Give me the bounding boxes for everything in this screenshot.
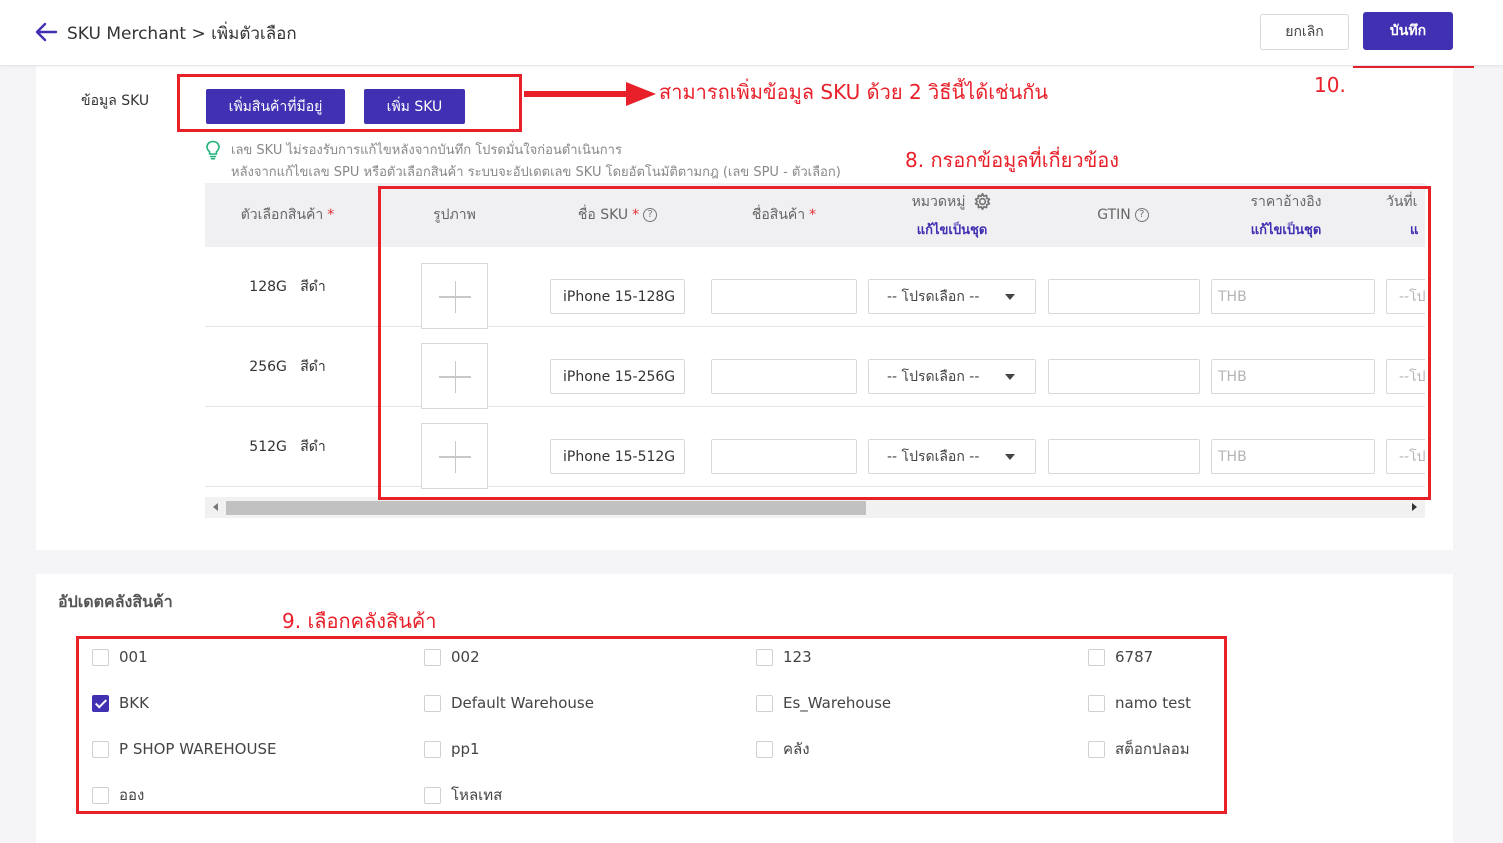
option-name: 512G สีดำ [249, 439, 326, 455]
option-name: 128G สีดำ [249, 279, 326, 295]
sku-section-label: ข้อมูล SKU [81, 93, 150, 109]
tip-text-line-2: หลังจากแก้ไขเลข SPU หรือตัวเลือกสินค้า ร… [231, 165, 841, 180]
annotation-step-10: 10. [1314, 73, 1346, 97]
cancel-button[interactable]: ยกเลิก [1260, 14, 1349, 50]
scrollbar-thumb[interactable] [226, 501, 866, 515]
lightbulb-icon [206, 140, 220, 160]
top-bar: SKU Merchant > เพิ่มตัวเลือก ยกเลิก บันท… [0, 0, 1503, 66]
th-option-label: ตัวเลือกสินค้า [240, 207, 324, 223]
table-horizontal-scrollbar[interactable] [205, 497, 1425, 518]
tip-text-line-1: เลข SKU ไม่รองรับการแก้ไขหลังจากบันทึก โ… [231, 143, 622, 158]
annotation-step-9: 9. เลือกคลังสินค้า [282, 609, 437, 633]
save-button[interactable]: บันทึก [1363, 12, 1453, 50]
annotation-add-methods-text: สามารถเพิ่มข้อมูล SKU ด้วย 2 วิธีนี้ได้เ… [659, 80, 1049, 104]
warehouse-section-title: อัปเดตคลังสินค้า [58, 592, 173, 611]
scroll-left-arrow-icon[interactable] [213, 503, 218, 511]
required-mark: * [327, 207, 335, 223]
annotation-box-warehouses [76, 636, 1227, 814]
annotation-step-8: 8. กรอกข้อมูลที่เกี่ยวข้อง [905, 148, 1120, 172]
annotation-arrow-icon [524, 82, 656, 106]
annotation-box-table [378, 186, 1431, 500]
back-arrow-icon[interactable] [34, 21, 58, 43]
option-name: 256G สีดำ [249, 359, 326, 375]
th-option: ตัวเลือกสินค้า * [205, 183, 370, 247]
breadcrumb: SKU Merchant > เพิ่มตัวเลือก [67, 24, 297, 44]
scroll-right-arrow-icon[interactable] [1412, 503, 1417, 511]
annotation-box-add-methods [177, 74, 522, 132]
